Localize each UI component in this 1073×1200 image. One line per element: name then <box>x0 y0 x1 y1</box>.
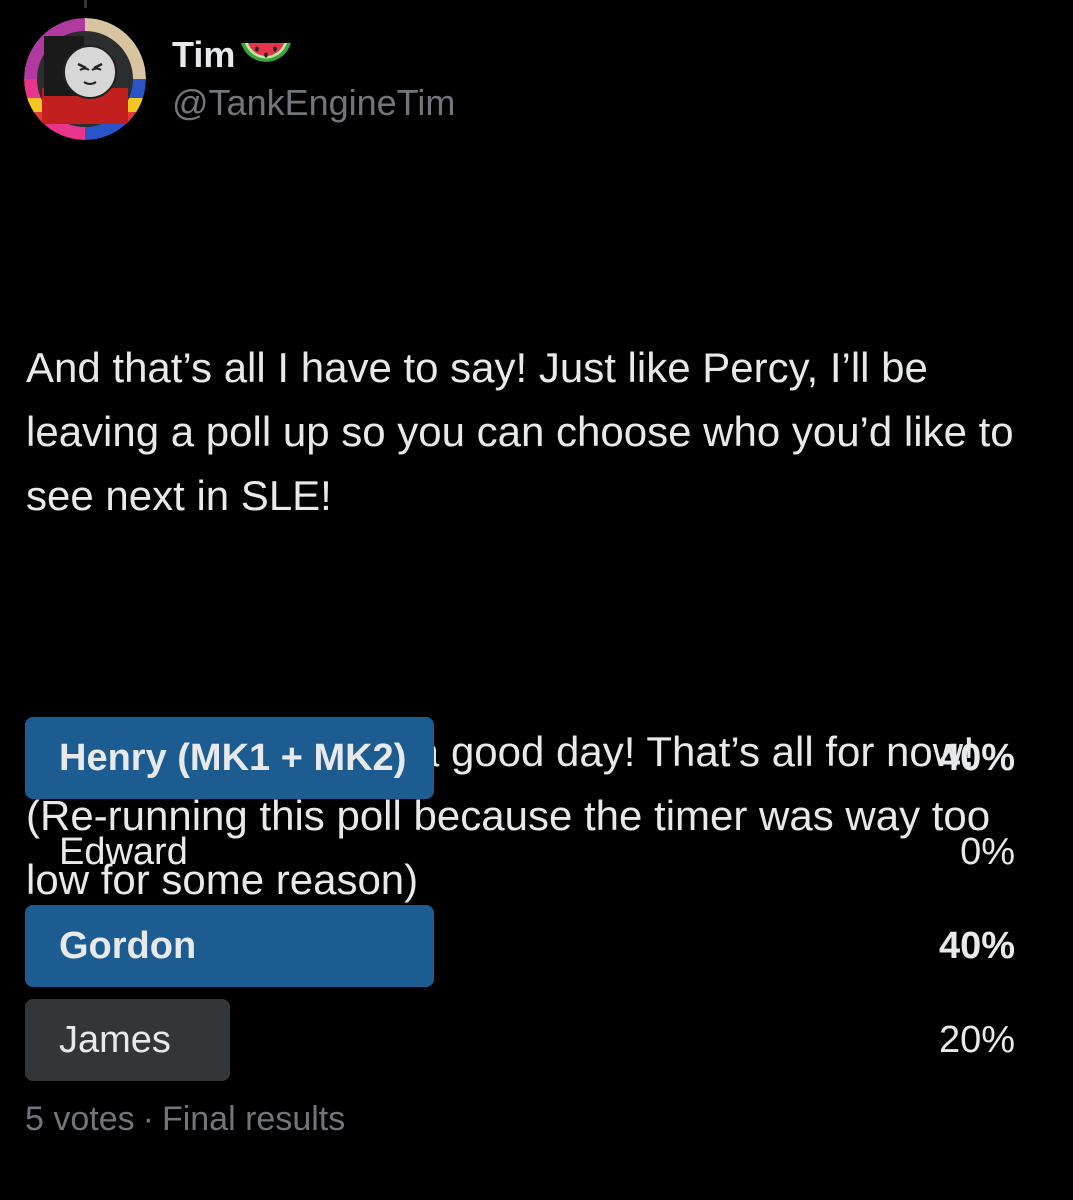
poll-option-percent: 40% <box>938 736 1015 779</box>
poll-option-percent: 0% <box>960 830 1015 873</box>
poll-footer: 5 votes · Final results <box>25 1100 345 1139</box>
poll-option-edward[interactable]: Edward 0% <box>25 811 1015 893</box>
display-name-row: Tim <box>172 33 455 77</box>
poll-option-label: Edward <box>59 830 188 873</box>
tweet-header: Tim @TankEngineTim <box>24 16 455 142</box>
author-handle[interactable]: @TankEngineTim <box>172 81 455 125</box>
poll-vote-count: 5 votes <box>25 1100 135 1138</box>
poll: Henry (MK1 + MK2) 40% Edward 0% Gordon 4… <box>25 717 1015 1093</box>
tweet-paragraph: And that’s all I have to say! Just like … <box>26 344 1026 519</box>
author-names: Tim @TankEngineTim <box>172 16 455 142</box>
poll-footer-separator: · <box>142 1100 154 1138</box>
watermelon-icon <box>237 35 295 75</box>
display-name[interactable]: Tim <box>172 33 235 77</box>
poll-option-henry[interactable]: Henry (MK1 + MK2) 40% <box>25 717 1015 799</box>
poll-option-label: Henry (MK1 + MK2) <box>59 736 407 779</box>
poll-option-gordon[interactable]: Gordon 40% <box>25 905 1015 987</box>
poll-option-label: James <box>59 1018 171 1061</box>
thread-connector-line <box>84 0 87 8</box>
poll-option-percent: 20% <box>938 1018 1015 1061</box>
poll-status: Final results <box>161 1100 346 1138</box>
poll-option-label: Gordon <box>59 924 197 967</box>
tank-engine-avatar-icon[interactable] <box>24 18 146 140</box>
poll-option-james[interactable]: James 20% <box>25 999 1015 1081</box>
poll-option-percent: 40% <box>938 924 1015 967</box>
